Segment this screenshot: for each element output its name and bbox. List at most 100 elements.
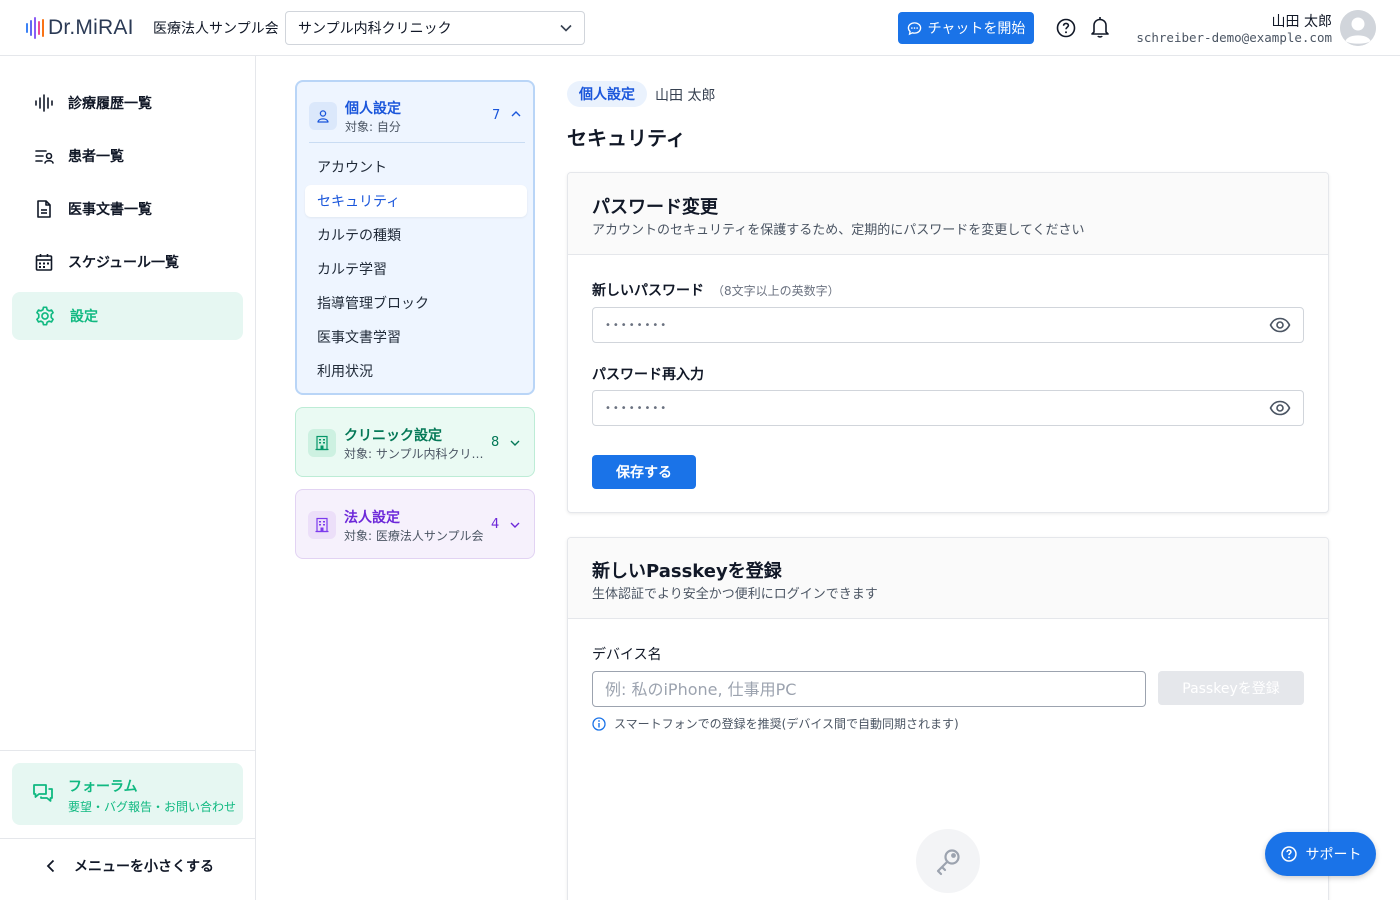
sidebar-item-label: 設定 xyxy=(70,309,98,325)
app-logo[interactable]: Dr.MiRAI xyxy=(26,15,134,41)
personal-settings-target: 対象: 自分 xyxy=(345,120,401,134)
breadcrumb-badge[interactable]: 個人設定 xyxy=(567,81,647,107)
passkey-info-text: スマートフォンでの登録を推奨(デバイス間で自動同期されます) xyxy=(614,717,959,731)
forum-subtitle: 要望・バグ報告・お問い合わせ xyxy=(68,800,237,814)
device-name-input[interactable] xyxy=(592,671,1146,707)
confirm-password-input[interactable]: •••••••• xyxy=(592,390,1304,426)
forum-title: フォーラム xyxy=(68,779,138,795)
clinic-select[interactable]: サンプル内科クリニック xyxy=(285,11,585,45)
page-title: セキュリティ xyxy=(567,126,686,150)
settings-item-guidance-block[interactable]: 指導管理ブロック xyxy=(305,287,527,319)
group-divider xyxy=(309,142,525,143)
passkey-panel-header: 新しいPasskeyを登録 生体認証でより安全かつ便利にログインできます xyxy=(568,538,1328,619)
user-email: schreiber-demo@example.com xyxy=(1136,30,1332,45)
settings-item-chart-types[interactable]: カルテの種類 xyxy=(305,219,527,251)
clinic-settings-group[interactable]: クリニック設定 対象: サンプル内科クリニック 8 xyxy=(295,407,535,477)
corporate-settings-title: 法人設定 xyxy=(344,510,400,526)
top-header: Dr.MiRAI 医療法人サンプル会 サンプル内科クリニック チャットを開始 山… xyxy=(0,0,1400,56)
settings-item-chart-learning[interactable]: カルテ学習 xyxy=(305,253,527,285)
sidebar-divider xyxy=(0,838,256,839)
register-passkey-button[interactable]: Passkeyを登録 xyxy=(1158,671,1304,705)
patient-list-icon xyxy=(35,150,54,164)
corporate-building-icon xyxy=(308,511,336,539)
personal-settings-title[interactable]: 個人設定 xyxy=(345,98,401,118)
settings-item-security[interactable]: セキュリティ xyxy=(305,185,527,217)
sidebar: 診療履歴一覧 患者一覧 医事文書一覧 スケジュール一覧 設定 フォーラム 要望・… xyxy=(0,56,256,900)
passkey-info: スマートフォンでの登録を推奨(デバイス間で自動同期されます) xyxy=(592,715,959,732)
sidebar-item-label: スケジュール一覧 xyxy=(68,255,180,271)
corporate-settings-group[interactable]: 法人設定 対象: 医療法人サンプル会 4 xyxy=(295,489,535,559)
sidebar-divider xyxy=(0,750,256,751)
new-password-label-text: 新しいパスワード xyxy=(592,283,704,299)
sidebar-item-settings[interactable]: 設定 xyxy=(12,292,243,340)
new-password-hint: （8文字以上の英数字） xyxy=(712,284,840,298)
corporate-settings-target: 対象: 医療法人サンプル会 xyxy=(344,529,484,543)
logo-waveform-icon xyxy=(26,17,44,39)
collapse-menu-label: メニューを小さくする xyxy=(74,859,214,875)
settings-item-usage[interactable]: 利用状況 xyxy=(305,355,527,387)
key-icon xyxy=(916,829,980,893)
chevron-up-icon[interactable] xyxy=(511,110,521,118)
save-password-button[interactable]: 保存する xyxy=(592,455,696,489)
document-icon xyxy=(37,200,51,218)
confirm-password-label: パスワード再入力 xyxy=(592,367,704,383)
user-avatar-icon xyxy=(1340,10,1376,46)
corporate-settings-count: 4 xyxy=(491,517,500,532)
collapse-menu-button[interactable]: メニューを小さくする xyxy=(46,856,214,876)
clinic-building-icon xyxy=(308,429,336,457)
chevron-down-icon xyxy=(510,522,520,528)
clinic-select-value: サンプル内科クリニック xyxy=(298,21,452,37)
password-change-panel: パスワード変更 アカウントのセキュリティを保護するため、定期的にパスワードを変更… xyxy=(567,172,1329,513)
password-panel-title: パスワード変更 xyxy=(592,197,718,218)
help-icon[interactable] xyxy=(1055,17,1077,39)
personal-settings-count: 7 xyxy=(492,108,501,123)
new-password-value: •••••••• xyxy=(605,319,669,331)
gear-icon xyxy=(36,306,54,326)
sidebar-item-label: 診療履歴一覧 xyxy=(68,96,152,112)
avatar[interactable] xyxy=(1340,10,1376,46)
org-name: 医療法人サンプル会 xyxy=(153,21,279,37)
logo-text: Dr.MiRAI xyxy=(48,16,134,39)
forum-chat-icon xyxy=(33,784,53,802)
passkey-panel: 新しいPasskeyを登録 生体認証でより安全かつ便利にログインできます デバイ… xyxy=(567,537,1329,900)
sidebar-item-label: 患者一覧 xyxy=(68,149,124,165)
new-password-label: 新しいパスワード （8文字以上の英数字） xyxy=(592,280,840,300)
eye-icon[interactable] xyxy=(1269,317,1291,333)
breadcrumb-user: 山田 太郎 xyxy=(655,88,716,104)
settings-item-document-learning[interactable]: 医事文書学習 xyxy=(305,321,527,353)
password-panel-header: パスワード変更 アカウントのセキュリティを保護するため、定期的にパスワードを変更… xyxy=(568,173,1328,255)
chevron-down-icon xyxy=(560,24,572,32)
sidebar-item-visit-history[interactable]: 診療履歴一覧 xyxy=(12,79,243,127)
clinic-settings-count: 8 xyxy=(491,435,500,450)
chevron-left-icon xyxy=(46,859,55,873)
support-button[interactable]: サポート xyxy=(1265,832,1376,876)
info-icon xyxy=(592,716,606,731)
forum-link[interactable]: フォーラム 要望・バグ報告・お問い合わせ xyxy=(12,763,243,825)
help-circle-icon xyxy=(1280,846,1297,862)
new-password-input[interactable]: •••••••• xyxy=(592,307,1304,343)
sidebar-item-label: 医事文書一覧 xyxy=(68,202,152,218)
eye-icon[interactable] xyxy=(1269,400,1291,416)
password-panel-desc: アカウントのセキュリティを保護するため、定期的にパスワードを変更してください xyxy=(592,223,1085,238)
bell-icon[interactable] xyxy=(1089,15,1111,39)
passkey-panel-desc: 生体認証でより安全かつ便利にログインできます xyxy=(592,587,878,602)
start-chat-button[interactable]: チャットを開始 xyxy=(898,12,1034,44)
clinic-settings-title: クリニック設定 xyxy=(344,428,442,444)
chevron-down-icon xyxy=(510,440,520,446)
sidebar-item-schedule[interactable]: スケジュール一覧 xyxy=(12,238,243,286)
start-chat-label: チャットを開始 xyxy=(927,21,1026,37)
sidebar-item-patients[interactable]: 患者一覧 xyxy=(12,132,243,180)
device-name-label: デバイス名 xyxy=(592,647,662,663)
calendar-icon xyxy=(35,254,53,271)
user-name: 山田 太郎 xyxy=(1271,14,1332,30)
clinic-settings-target: 対象: サンプル内科クリニック xyxy=(344,447,484,461)
personal-settings-group: 個人設定 対象: 自分 7 アカウント セキュリティ カルテの種類 カルテ学習 … xyxy=(295,80,535,395)
confirm-password-value: •••••••• xyxy=(605,402,669,414)
passkey-panel-title: 新しいPasskeyを登録 xyxy=(592,561,782,582)
person-icon xyxy=(309,102,337,130)
sidebar-item-documents[interactable]: 医事文書一覧 xyxy=(12,185,243,233)
chat-bubble-icon xyxy=(907,21,921,35)
support-label: サポート xyxy=(1305,847,1362,863)
settings-item-account[interactable]: アカウント xyxy=(305,151,527,183)
waveform-icon xyxy=(35,94,53,112)
